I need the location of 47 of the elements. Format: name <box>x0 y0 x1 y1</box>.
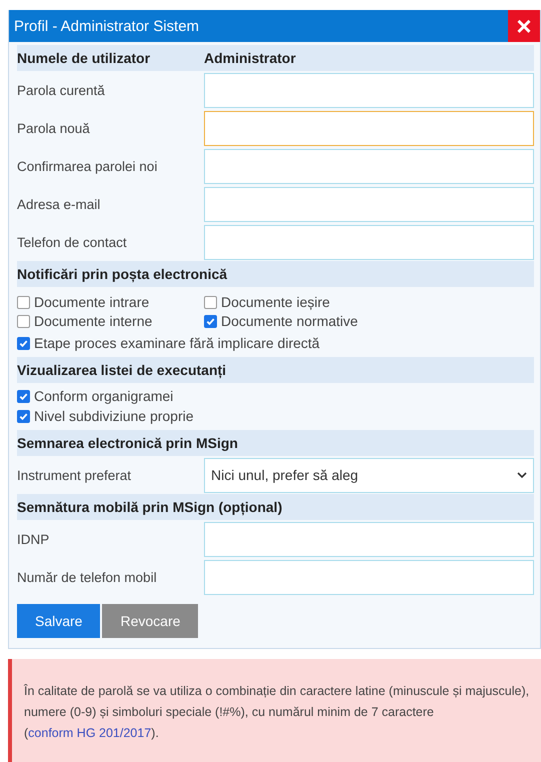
checkbox[interactable] <box>17 410 30 422</box>
checkbox[interactable] <box>204 314 217 328</box>
checkmark-icon <box>19 412 28 420</box>
checkmark-icon <box>19 338 28 348</box>
input-field[interactable] <box>204 186 534 222</box>
field-label: Adresa e-mail <box>17 196 102 212</box>
checkmark-icon <box>19 392 28 400</box>
regulation-link[interactable]: conform HG 201/2017 <box>28 726 152 740</box>
checkbox[interactable] <box>17 390 30 402</box>
field-label: Număr de telefon mobil <box>17 570 158 584</box>
checkbox-label: Nivel subdiviziune proprie <box>34 408 194 424</box>
username-value: Administrator <box>204 50 296 66</box>
save-button[interactable]: Salvare <box>17 604 100 638</box>
checkmark-icon <box>206 316 215 326</box>
checkbox-label: Etape proces examinare fără implicare directă <box>34 335 320 351</box>
input-field[interactable] <box>204 224 534 260</box>
checkbox-label: Conform organigramei <box>34 388 174 404</box>
input-field[interactable] <box>204 148 534 184</box>
checkbox[interactable] <box>204 296 217 308</box>
field-label: Telefon de contact <box>17 234 128 250</box>
checkbox[interactable] <box>17 336 30 350</box>
checkbox-label: Documente interne <box>34 313 152 329</box>
checkbox[interactable] <box>17 314 30 328</box>
username-label: Numele de utilizator <box>17 50 152 66</box>
checkbox[interactable] <box>17 296 30 308</box>
dropdown[interactable]: Nici unul, prefer să aleg <box>204 458 534 492</box>
field-label: Instrument preferat <box>17 468 132 482</box>
section-header: Notificări prin poșta electronică <box>17 261 534 287</box>
window-title: Profil - Administrator Sistem <box>13 18 200 34</box>
notice-text: În calitate de parolă se va utiliza o combinație din caractere latine (minuscule și majuscule), numere (0-9) și simboluri speciale (!#%), cu numărul minim de 7 caractere (conform HG 201/2017). <box>24 683 530 742</box>
section-header: Vizualizarea listei de executanți <box>17 357 534 383</box>
section-header: Semnarea electronică prin MSign <box>17 430 534 456</box>
chevron-down-icon <box>517 472 527 478</box>
input-field[interactable] <box>204 522 534 556</box>
checkbox-label: Documente intrare <box>34 294 150 310</box>
input-field[interactable] <box>204 72 534 108</box>
checkbox-label: Documente normative <box>221 313 358 329</box>
field-label: Parola nouă <box>17 120 91 136</box>
checkbox-label: Documente ieșire <box>221 294 330 310</box>
field-label: Confirmarea parolei noi <box>17 158 158 174</box>
close-button[interactable]: × <box>508 10 540 42</box>
section-header: Semnătura mobilă prin MSign (opțional) <box>17 494 534 520</box>
field-label: Parola curentă <box>17 82 106 98</box>
input-field[interactable] <box>204 110 534 146</box>
field-label: IDNP <box>17 532 50 546</box>
cancel-button[interactable]: Revocare <box>102 604 198 638</box>
input-field[interactable] <box>204 560 534 594</box>
